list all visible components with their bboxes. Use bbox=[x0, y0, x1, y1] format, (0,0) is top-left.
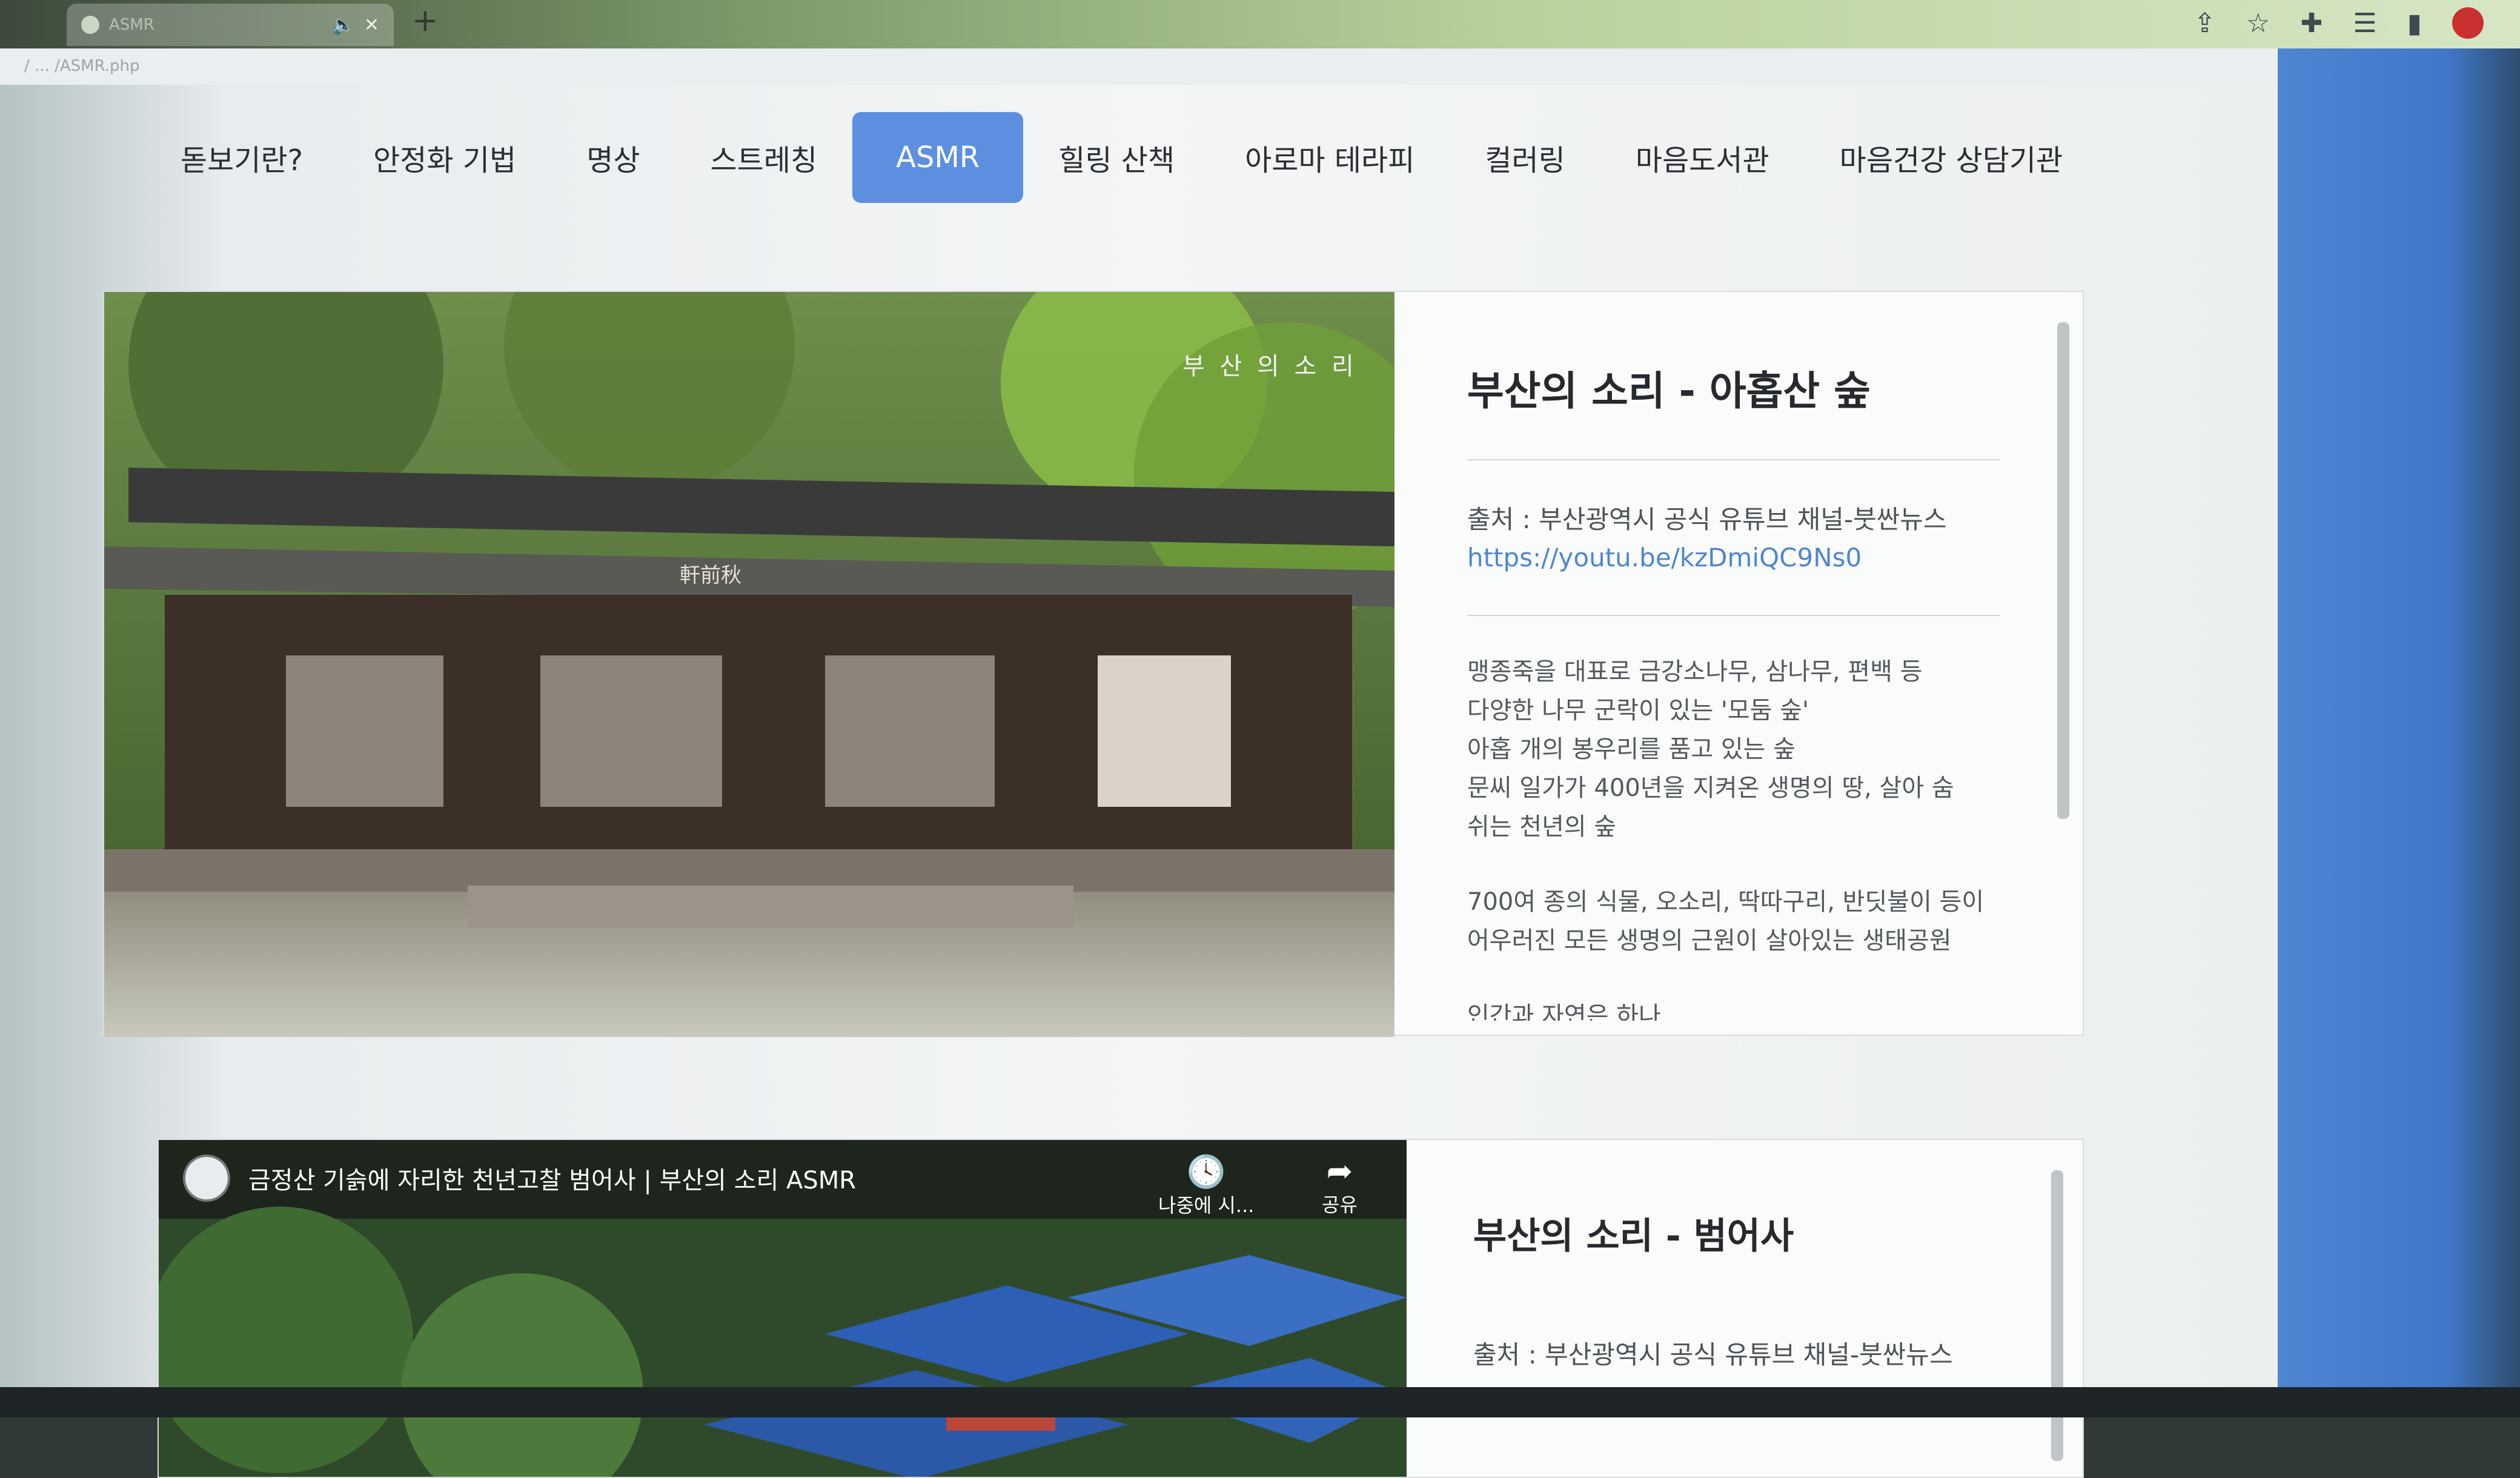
right-background-strip bbox=[2278, 48, 2520, 1417]
card1-description-3: 인간과 자연은 하나 bbox=[1467, 1002, 1661, 1021]
watch-later-label: 나중에 시... bbox=[1158, 1194, 1255, 1217]
card2-scrollbar[interactable] bbox=[2049, 1152, 2064, 1467]
share-icon[interactable]: ⇪ bbox=[2193, 8, 2216, 39]
tab-favicon-icon bbox=[81, 16, 99, 34]
browser-tab-bar: ASMR 🔈 ✕ + ⇪ ☆ ✚ ☰ ▮ bbox=[0, 0, 2520, 48]
card1-description-1: 맹종죽을 대표로 금강소나무, 삼나무, 편백 등 다양한 나무 군락이 있는 … bbox=[1467, 658, 1954, 841]
video-title-bar: 금정산 기슭에 자리한 천년고찰 범어사 | 부산의 소리 ASMR bbox=[183, 1155, 856, 1202]
nav-item-aroma-therapy[interactable]: 아로마 테라피 bbox=[1210, 112, 1450, 203]
address-url: / ... /ASMR.php bbox=[24, 57, 140, 75]
tab-title: ASMR bbox=[109, 16, 154, 34]
main-nav: 돋보기란? 안정화 기법 명상 스트레칭 ASMR 힐링 산책 아로마 테라피 … bbox=[145, 103, 2098, 212]
nav-item-about[interactable]: 돋보기란? bbox=[145, 112, 338, 203]
nav-item-counseling-centers[interactable]: 마음건강 상담기관 bbox=[1805, 112, 2098, 203]
beomeosa-video-player[interactable]: 금정산 기슭에 자리한 천년고찰 범어사 | 부산의 소리 ASMR 🕓 나중에… bbox=[159, 1140, 1407, 1477]
nav-item-stabilization[interactable]: 안정화 기법 bbox=[338, 112, 551, 203]
watch-later-button[interactable]: 🕓 나중에 시... bbox=[1158, 1153, 1254, 1218]
card1-scroll-thumb[interactable] bbox=[2057, 322, 2069, 819]
extensions-icon[interactable]: ✚ bbox=[2300, 8, 2323, 39]
speaker-icon[interactable]: 🔈 bbox=[332, 15, 354, 36]
channel-avatar-icon[interactable] bbox=[183, 1155, 230, 1202]
card1-scrollbar[interactable] bbox=[2055, 310, 2071, 1025]
nav-item-mind-library[interactable]: 마음도서관 bbox=[1600, 112, 1805, 203]
share-label: 공유 bbox=[1322, 1193, 1358, 1216]
building-sign: 軒前秋 bbox=[680, 563, 741, 588]
card2-title: 부산의 소리 - 범어사 bbox=[1473, 1215, 1794, 1258]
hanok-scene-illustration bbox=[104, 292, 1394, 1037]
browser-toolbar-icons: ⇪ ☆ ✚ ☰ ▮ bbox=[2193, 5, 2484, 41]
screen-bottom-edge bbox=[0, 1387, 2520, 1417]
profile-avatar[interactable] bbox=[2452, 7, 2484, 39]
nav-item-coloring[interactable]: 컬러링 bbox=[1450, 112, 1600, 203]
card1-youtube-link[interactable]: https://youtu.be/kzDmiQC9Ns0 bbox=[1467, 543, 2012, 572]
card1-source: 출처 : 부산광역시 공식 유튜브 채널-붓싼뉴스 bbox=[1467, 505, 1947, 534]
close-tab-icon[interactable]: ✕ bbox=[364, 15, 379, 36]
card2-source: 출처 : 부산광역시 공식 유튜브 채널-붓싼뉴스 bbox=[1473, 1340, 1953, 1370]
card2-info: 부산의 소리 - 범어사 출처 : 부산광역시 공식 유튜브 채널-붓싼뉴스 bbox=[1473, 1207, 2018, 1378]
page-content: 돋보기란? 안정화 기법 명상 스트레칭 ASMR 힐링 산책 아로마 테라피 … bbox=[0, 85, 2278, 1478]
card1-title: 부산의 소리 - 아홉산 숲 bbox=[1467, 368, 1871, 414]
side-panel-icon[interactable]: ▮ bbox=[2407, 8, 2422, 39]
nav-item-meditation[interactable]: 명상 bbox=[551, 112, 675, 203]
image-caption: 부 산 의 소 리 bbox=[1182, 353, 1358, 380]
share-arrow-icon: ➦ bbox=[1326, 1153, 1353, 1190]
nav-item-stretching[interactable]: 스트레칭 bbox=[675, 112, 853, 203]
address-bar[interactable]: / ... /ASMR.php bbox=[0, 48, 2278, 85]
asmr-card-beomeosa: 금정산 기슭에 자리한 천년고찰 범어사 | 부산의 소리 ASMR 🕓 나중에… bbox=[158, 1139, 2084, 1478]
card2-scroll-thumb[interactable] bbox=[2051, 1170, 2063, 1461]
share-button[interactable]: ➦ 공유 bbox=[1322, 1153, 1358, 1218]
card1-divider-top bbox=[1467, 459, 2000, 460]
video-title[interactable]: 금정산 기슭에 자리한 천년고찰 범어사 | 부산의 소리 ASMR bbox=[248, 1161, 856, 1196]
card1-description-2: 700여 종의 식물, 오소리, 딱따구리, 반딧불이 등이 어우러진 모든 생… bbox=[1467, 888, 1984, 955]
new-tab-button[interactable]: + bbox=[412, 2, 439, 39]
bookmark-star-icon[interactable]: ☆ bbox=[2246, 8, 2270, 39]
clock-icon: 🕓 bbox=[1186, 1154, 1226, 1190]
nav-item-healing-walk[interactable]: 힐링 산책 bbox=[1023, 112, 1210, 203]
card1-info: 부산의 소리 - 아홉산 숲 출처 : 부산광역시 공식 유튜브 채널-붓싼뉴스… bbox=[1467, 359, 2012, 1021]
card1-divider-bottom bbox=[1467, 615, 2000, 616]
reading-list-icon[interactable]: ☰ bbox=[2353, 8, 2376, 39]
nav-item-asmr[interactable]: ASMR bbox=[852, 112, 1024, 203]
asmr-card-ahopsan: 부 산 의 소 리 軒前秋 부산의 소리 - 아홉산 숲 출처 : 부산광역시 … bbox=[103, 291, 2084, 1037]
ahopsan-forest-image[interactable]: 부 산 의 소 리 軒前秋 bbox=[104, 292, 1394, 1037]
browser-tab[interactable]: ASMR 🔈 ✕ bbox=[67, 4, 394, 46]
